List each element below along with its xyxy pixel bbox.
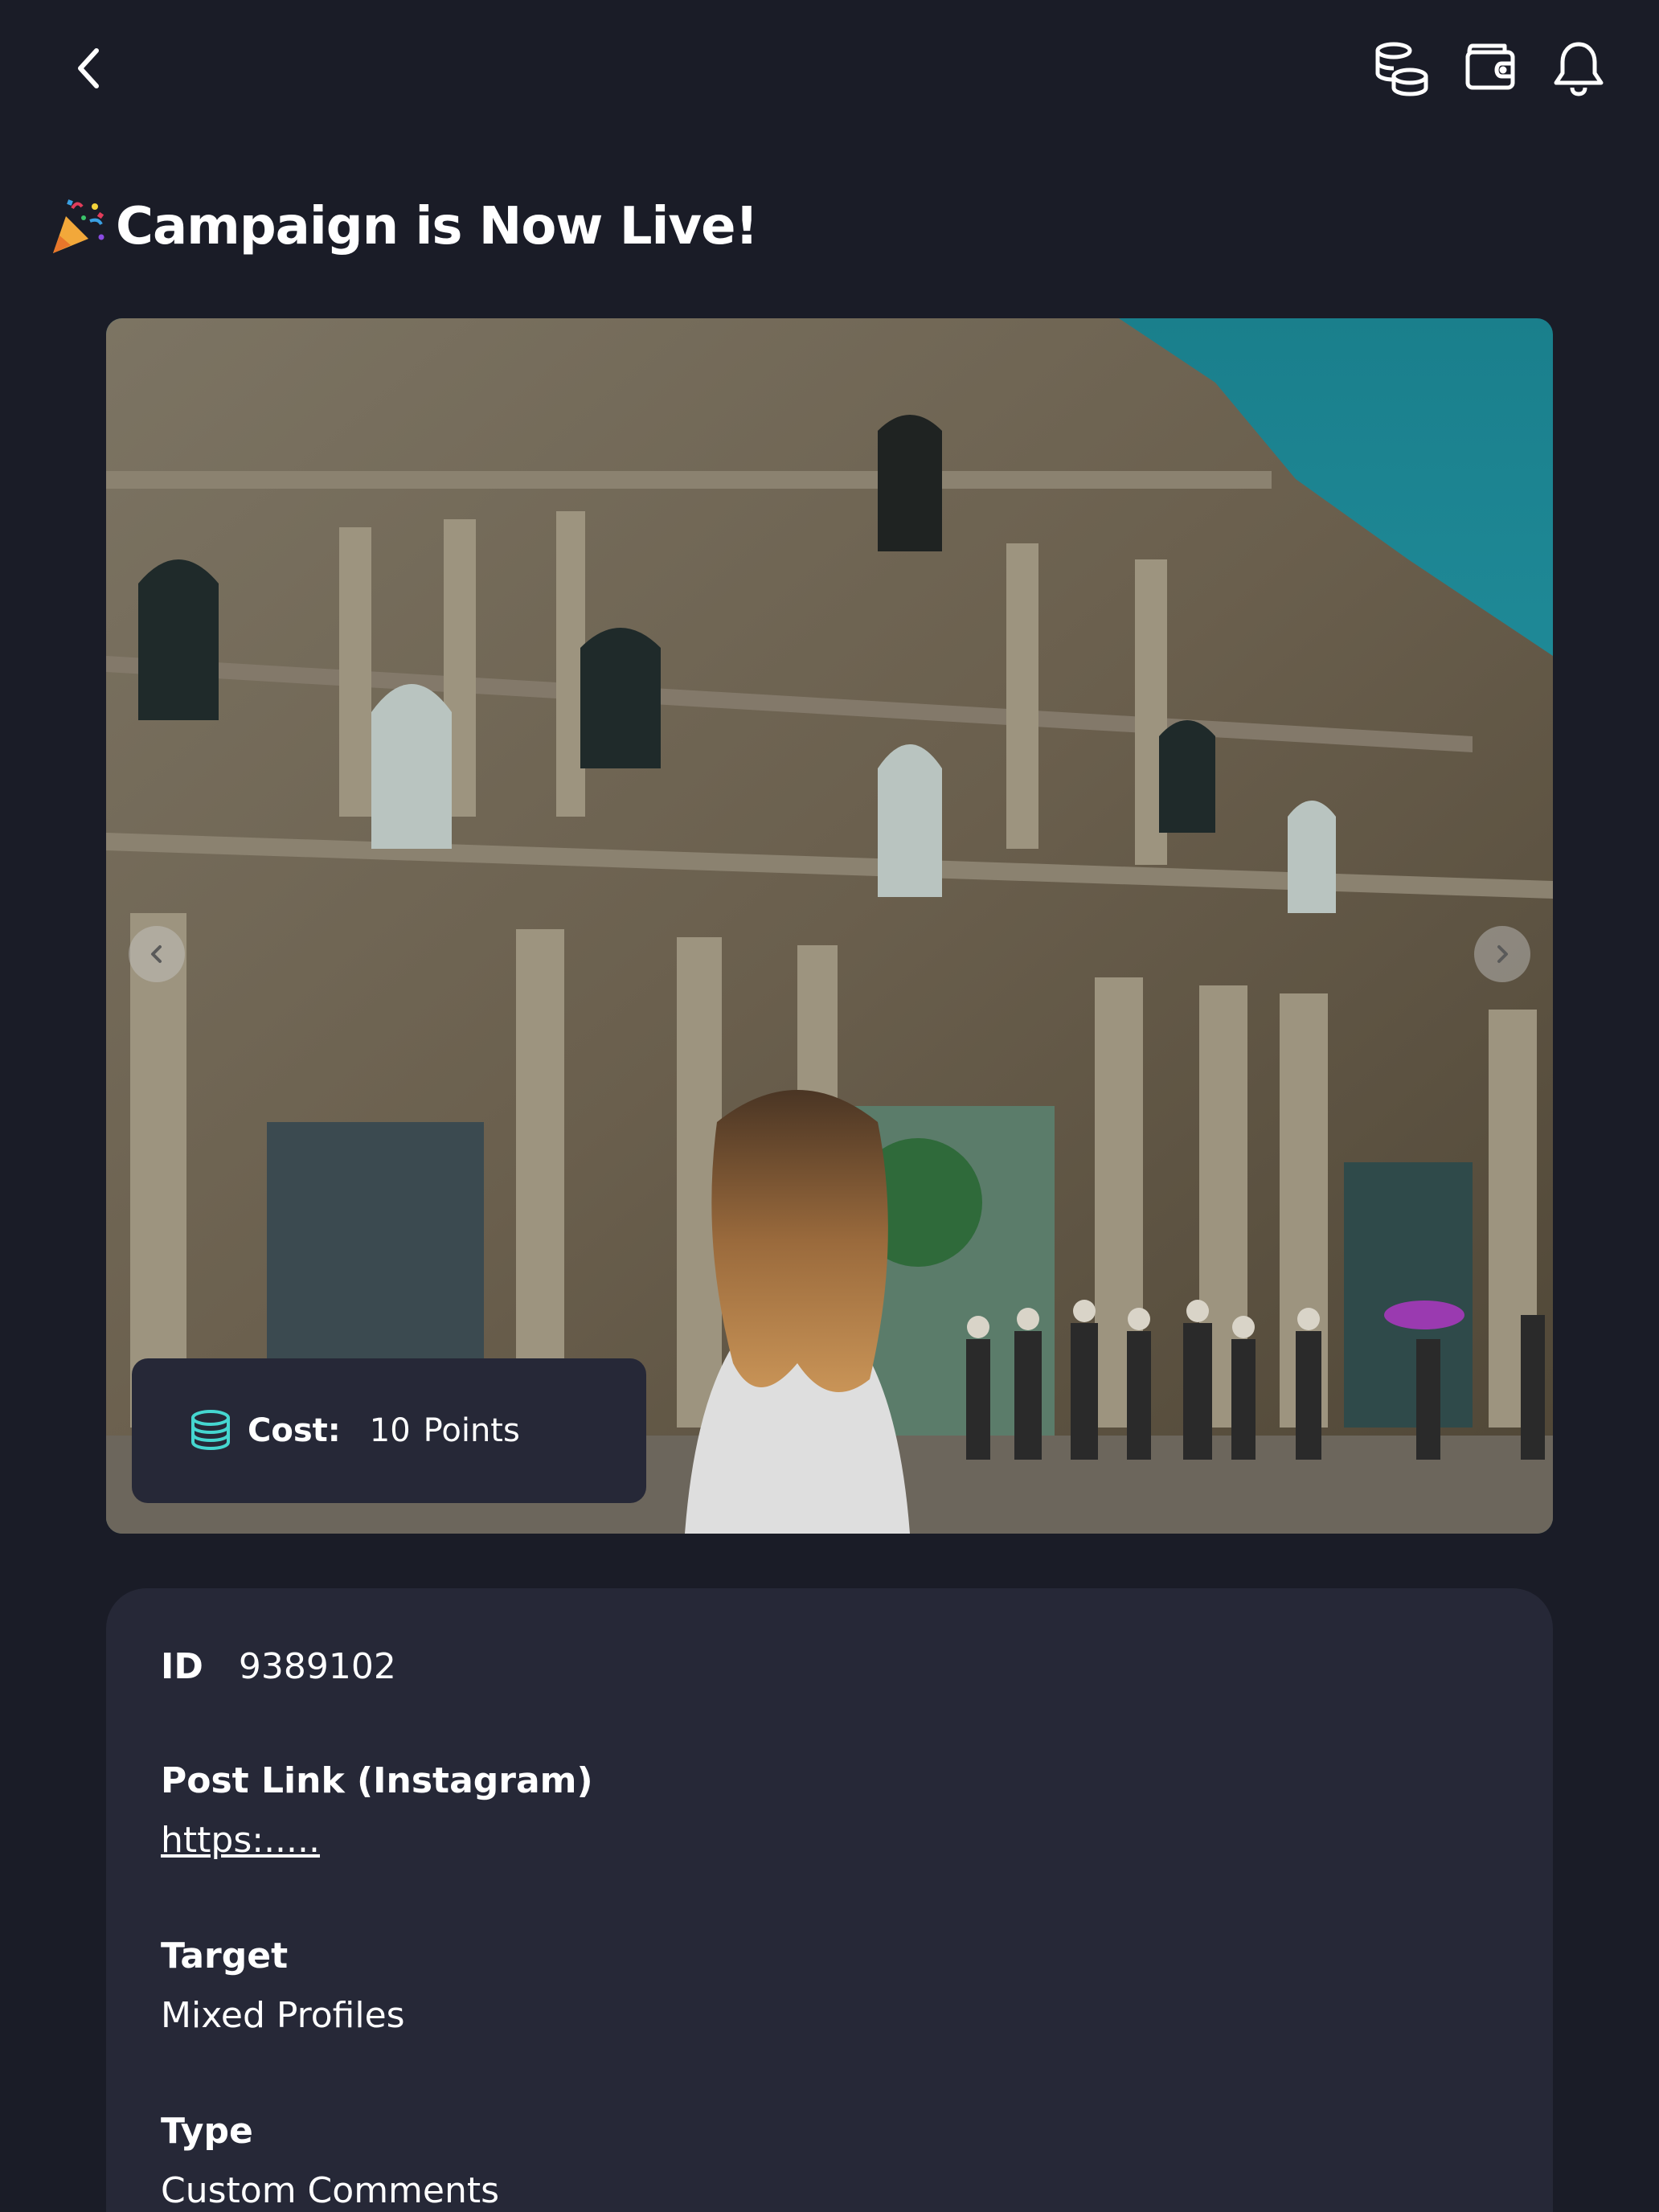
id-label: ID <box>161 1646 203 1687</box>
coins-icon <box>1375 42 1428 96</box>
cost-value: 10 <box>369 1412 411 1449</box>
bell-icon <box>1554 42 1604 96</box>
id-value: 9389102 <box>238 1646 396 1687</box>
post-link-label: Post Link (Instagram) <box>161 1760 593 1801</box>
campaign-details-card: ID 9389102 Post Link (Instagram) https:.… <box>106 1588 1553 2212</box>
page-title: Campaign is Now Live! <box>48 186 759 267</box>
type-label: Type <box>161 2111 253 2152</box>
campaign-image: Cost: 10 Points <box>106 318 1553 1534</box>
type-value: Custom Comments <box>161 2170 500 2211</box>
chevron-left-icon <box>78 48 99 88</box>
cost-unit: Points <box>423 1412 520 1449</box>
top-bar <box>0 0 1659 137</box>
cost-badge: Cost: 10 Points <box>132 1358 646 1503</box>
previous-image-button[interactable] <box>129 926 185 982</box>
target-value: Mixed Profiles <box>161 1995 405 2036</box>
wallet-button[interactable] <box>1458 32 1522 104</box>
next-image-button[interactable] <box>1474 926 1530 982</box>
title-text: Campaign is Now Live! <box>116 197 759 256</box>
coins-icon <box>191 1410 230 1451</box>
wallet-icon <box>1465 43 1515 90</box>
campaign-page: Campaign is Now Live! Cost: 10 Points ID… <box>0 0 1659 2212</box>
header-actions <box>1370 32 1611 104</box>
coins-button[interactable] <box>1370 32 1434 104</box>
party-popper-icon <box>53 199 104 253</box>
target-label: Target <box>161 1936 289 1976</box>
post-link-value[interactable]: https:..... <box>161 1820 320 1861</box>
chevron-right-icon <box>1497 945 1508 963</box>
id-row: ID 9389102 <box>161 1646 396 1687</box>
chevron-left-icon <box>151 945 162 963</box>
back-button[interactable] <box>56 36 121 100</box>
notifications-button[interactable] <box>1546 32 1611 104</box>
church-facade-photo <box>106 318 1553 1534</box>
cost-label: Cost: <box>248 1412 341 1449</box>
